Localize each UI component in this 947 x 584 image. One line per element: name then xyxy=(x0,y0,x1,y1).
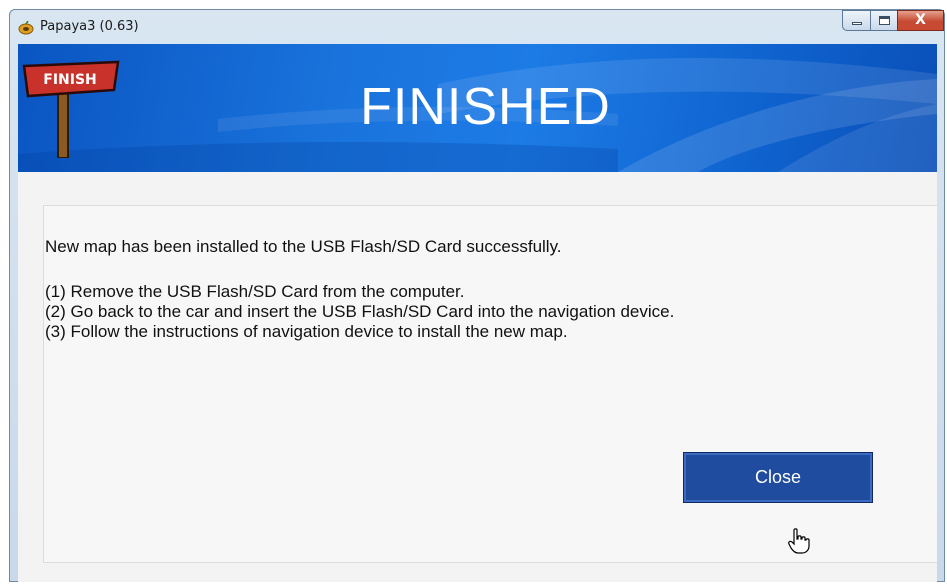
maximize-button[interactable] xyxy=(870,10,897,31)
hand-pointer-icon xyxy=(788,528,810,554)
window-controls: X xyxy=(842,10,944,32)
maximize-icon xyxy=(879,16,890,25)
minimize-button[interactable] xyxy=(842,10,870,31)
window-title: Papaya3 (0.63) xyxy=(40,19,139,34)
step-1: (1) Remove the USB Flash/SD Card from th… xyxy=(45,282,465,301)
header-banner: FINISH FINISHED xyxy=(18,44,937,172)
close-icon: X xyxy=(915,12,926,28)
window-close-button[interactable]: X xyxy=(897,10,944,31)
title-bar[interactable]: Papaya3 (0.63) X xyxy=(10,10,944,44)
step-2: (2) Go back to the car and insert the US… xyxy=(45,302,675,321)
message-block: New map has been installed to the USB Fl… xyxy=(45,237,865,342)
banner-title: FINISHED xyxy=(360,78,611,136)
papaya-icon xyxy=(18,21,34,35)
success-message: New map has been installed to the USB Fl… xyxy=(45,237,562,256)
close-button[interactable]: Close xyxy=(683,452,873,503)
minimize-icon xyxy=(852,22,862,25)
step-3: (3) Follow the instructions of navigatio… xyxy=(45,322,568,341)
